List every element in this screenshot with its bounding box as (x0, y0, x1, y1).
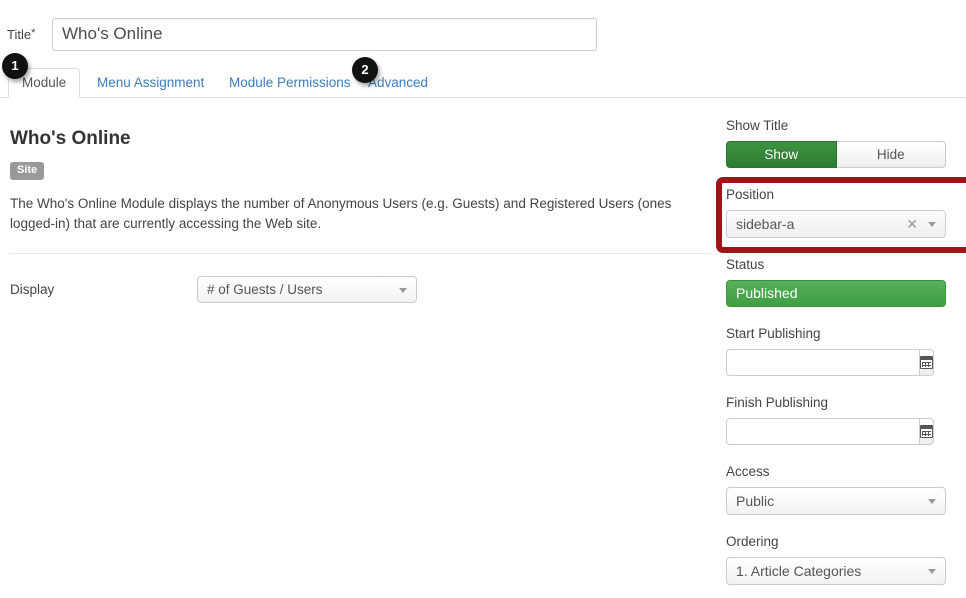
module-content-pane: Who's Online Site The Who's Online Modul… (0, 99, 716, 304)
finish-publishing-calendar-button[interactable] (919, 418, 934, 445)
start-publishing-input[interactable] (726, 349, 919, 376)
chevron-down-icon (928, 569, 936, 574)
ordering-label: Ordering (726, 534, 779, 549)
tab-module-permissions[interactable]: Module Permissions (216, 68, 364, 97)
show-title-hide-button[interactable]: Hide (836, 141, 946, 168)
chevron-down-icon (928, 222, 936, 227)
close-icon[interactable]: ✕ (906, 211, 918, 237)
title-input[interactable] (52, 17, 597, 51)
callout-badge-1: 1 (2, 53, 28, 79)
show-title-toggle-group: Show Hide (726, 141, 946, 168)
display-label: Display (10, 282, 55, 298)
display-select[interactable]: # of Guests / Users (197, 276, 417, 304)
show-title-label: Show Title (726, 118, 789, 133)
status-select[interactable]: Published (726, 280, 946, 307)
finish-publishing-label: Finish Publishing (726, 395, 829, 410)
module-heading: Who's Online (10, 128, 131, 149)
access-label: Access (726, 464, 770, 479)
access-select-value: Public (736, 493, 775, 509)
required-asterisk: * (31, 26, 36, 39)
scope-badge: Site (10, 162, 45, 180)
position-label: Position (726, 187, 775, 202)
calendar-icon (920, 356, 933, 369)
options-sidebar: Show Title Show Hide Position sidebar-a … (726, 99, 966, 598)
start-publishing-label: Start Publishing (726, 326, 821, 341)
title-field-row: Title* (0, 16, 620, 52)
finish-publishing-field (726, 418, 934, 445)
title-label: Title* (7, 26, 36, 42)
start-publishing-field (726, 349, 934, 376)
finish-publishing-input[interactable] (726, 418, 919, 445)
status-select-value: Published (736, 285, 798, 301)
tab-bar: Module Menu Assignment Module Permission… (0, 68, 966, 98)
display-field-row: Display # of Guests / Users (10, 276, 706, 304)
show-title-show-button[interactable]: Show (726, 141, 837, 168)
ordering-select[interactable]: 1. Article Categories (726, 557, 946, 585)
position-select[interactable]: sidebar-a ✕ (726, 210, 946, 238)
module-edit-page: Title* Module Menu Assignment Module Per… (0, 0, 966, 598)
ordering-select-value: 1. Article Categories (736, 563, 862, 579)
display-select-value: # of Guests / Users (207, 282, 323, 298)
start-publishing-calendar-button[interactable] (919, 349, 934, 376)
chevron-down-icon (928, 499, 936, 504)
tab-menu-assignment[interactable]: Menu Assignment (84, 68, 217, 97)
chevron-down-icon (399, 287, 407, 293)
position-select-value: sidebar-a (736, 216, 795, 232)
access-select[interactable]: Public (726, 487, 946, 515)
module-description: The Who's Online Module displays the num… (10, 196, 672, 231)
status-label: Status (726, 257, 765, 272)
calendar-icon (920, 425, 933, 438)
callout-badge-2: 2 (352, 57, 378, 83)
section-divider (10, 253, 710, 255)
